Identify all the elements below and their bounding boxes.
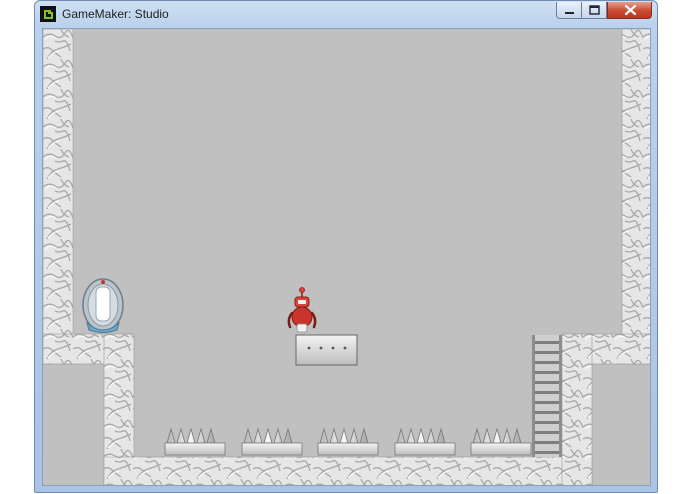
spike-trap bbox=[317, 427, 379, 456]
close-icon bbox=[624, 4, 637, 16]
spike-trap bbox=[470, 427, 532, 456]
maximize-icon bbox=[589, 5, 600, 15]
close-button[interactable] bbox=[607, 2, 652, 19]
right-wall bbox=[621, 29, 650, 365]
spike-trap bbox=[164, 427, 226, 456]
player-robot[interactable] bbox=[287, 287, 317, 333]
game-room bbox=[43, 29, 650, 485]
maximize-button[interactable] bbox=[582, 2, 607, 19]
ladder[interactable] bbox=[532, 335, 562, 457]
title-bar[interactable]: GameMaker: Studio bbox=[35, 1, 657, 27]
gamemaker-icon bbox=[40, 6, 56, 22]
left-wall bbox=[43, 29, 74, 365]
minimize-button[interactable] bbox=[556, 2, 582, 19]
game-window: GameMaker: Studio bbox=[34, 0, 658, 493]
game-viewport[interactable] bbox=[42, 28, 651, 486]
right-pit-wall bbox=[561, 333, 593, 485]
window-title: GameMaker: Studio bbox=[62, 7, 169, 21]
exit-portal[interactable] bbox=[82, 278, 124, 333]
riveted-metal-platform bbox=[295, 334, 358, 366]
spike-trap bbox=[241, 427, 303, 456]
spike-traps bbox=[164, 427, 532, 456]
spike-trap bbox=[394, 427, 456, 456]
minimize-icon bbox=[565, 12, 574, 14]
floor bbox=[103, 456, 593, 485]
